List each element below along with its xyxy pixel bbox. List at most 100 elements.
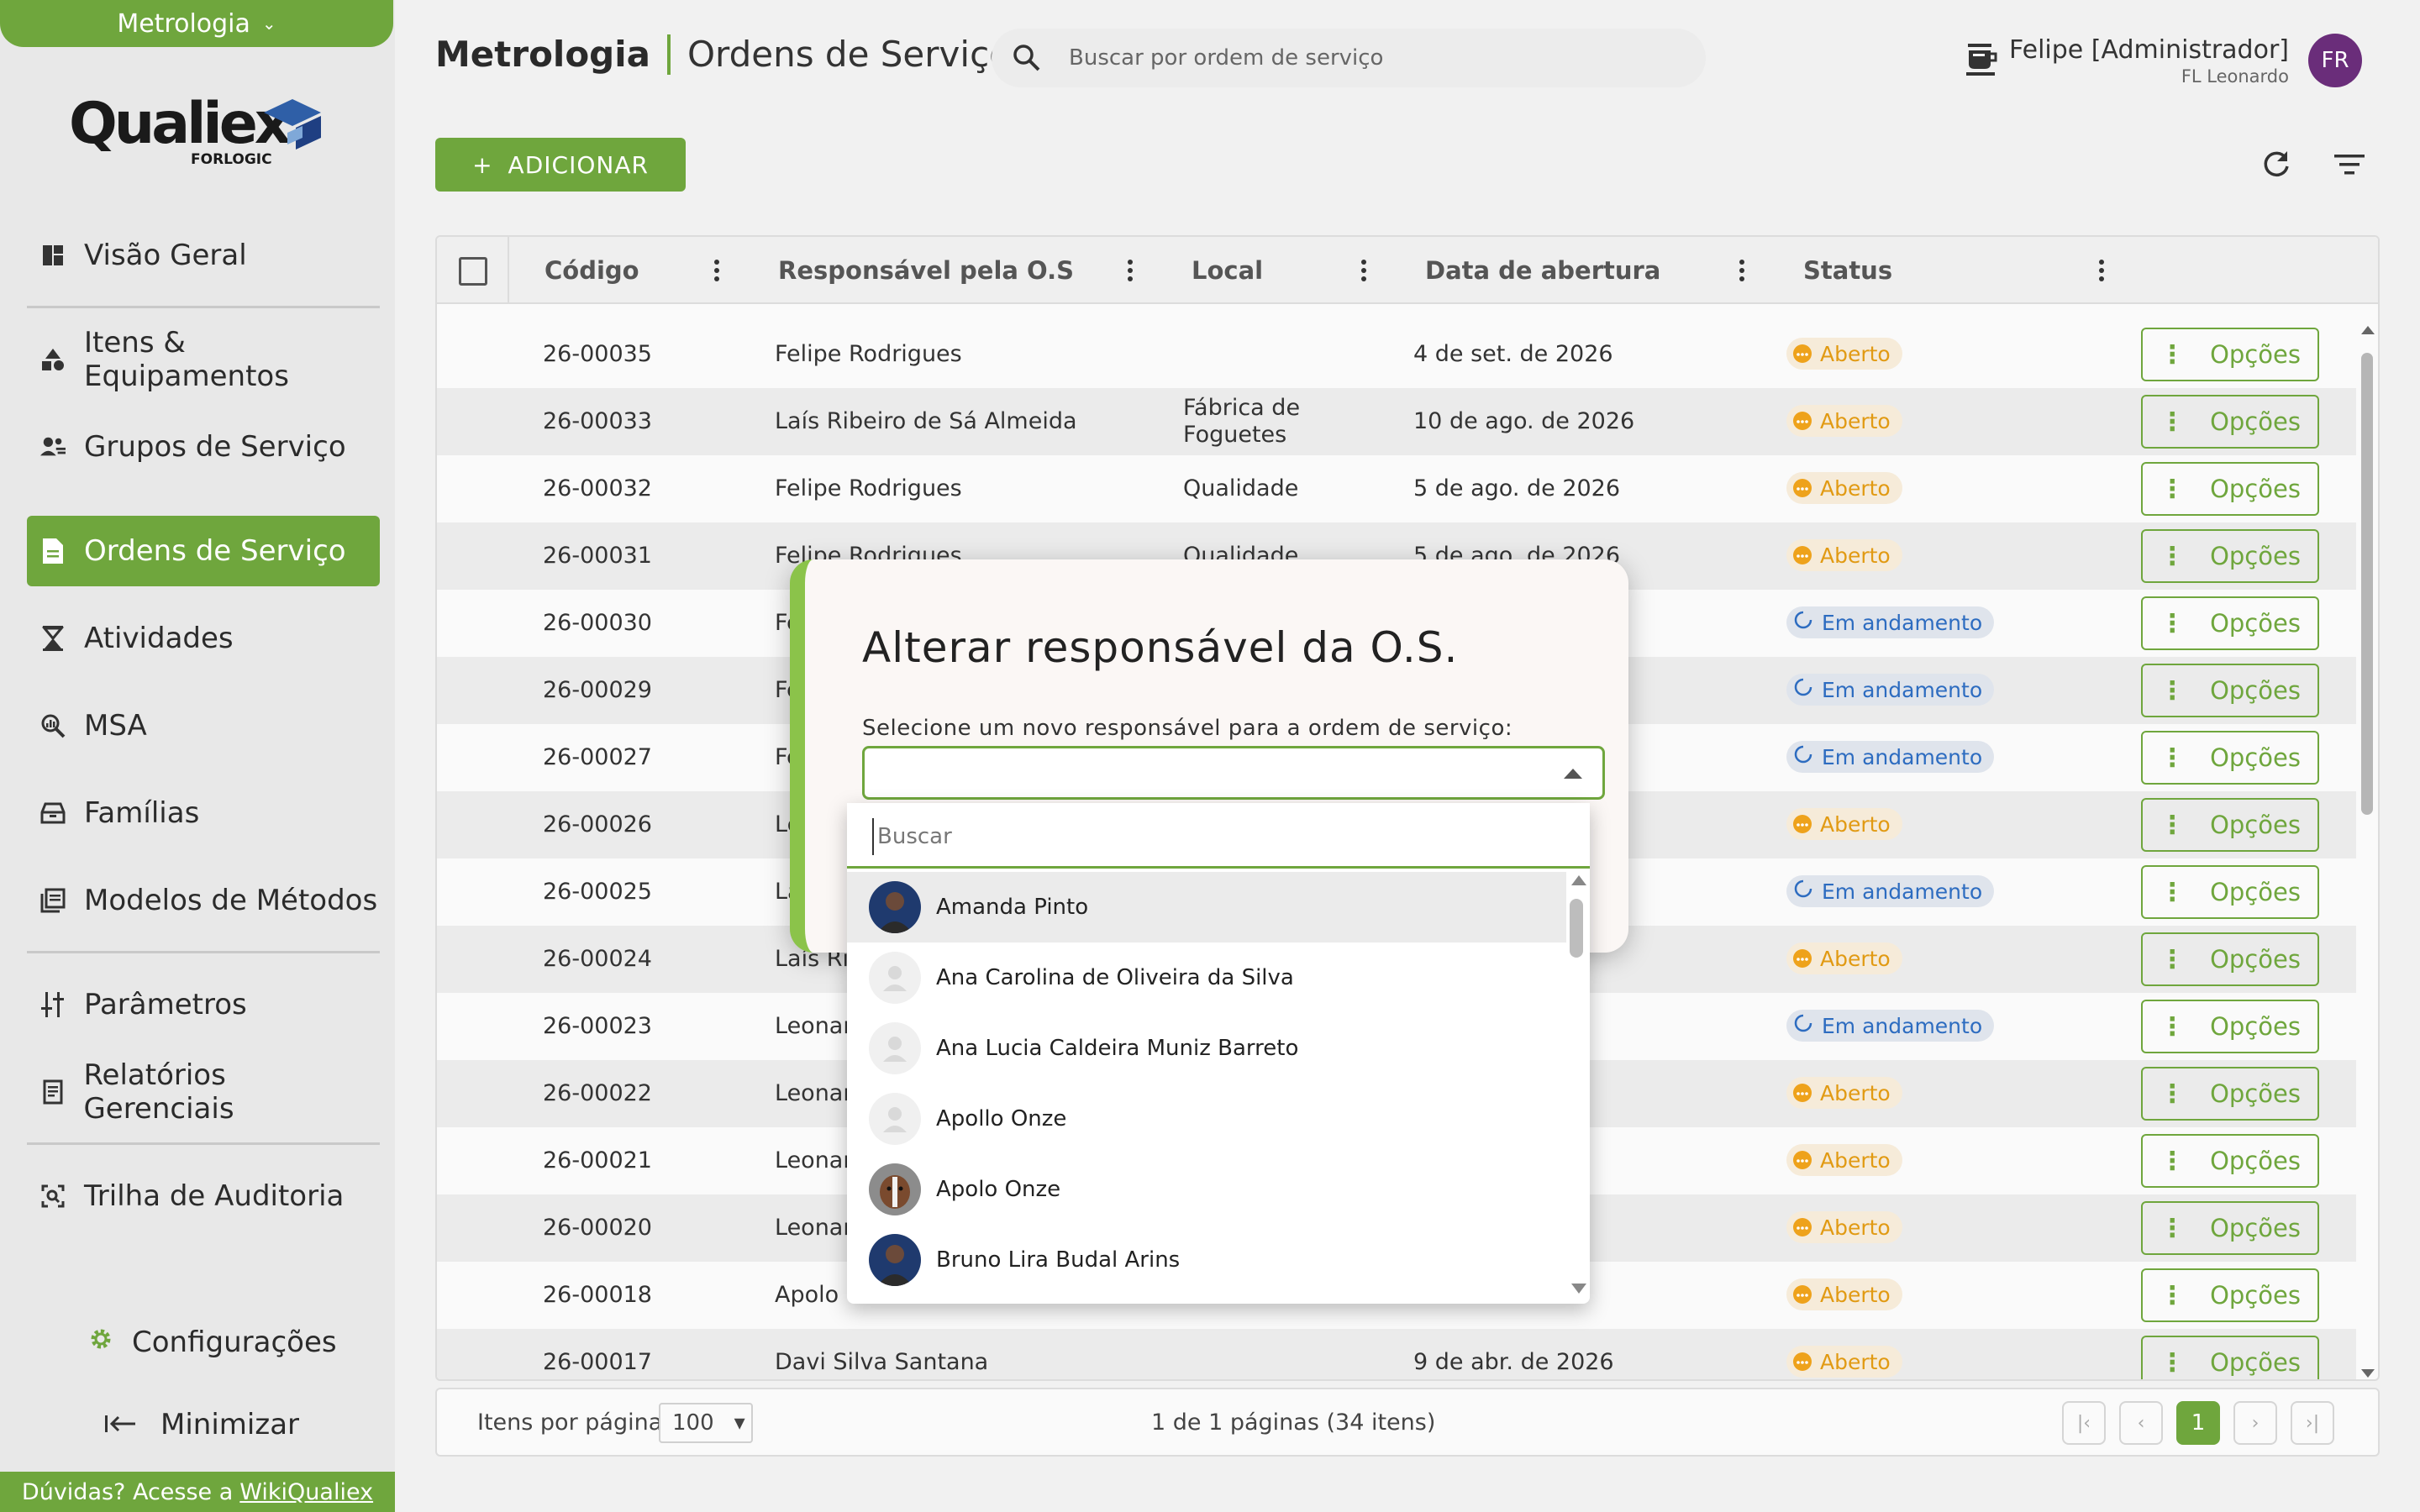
options-label: Opções bbox=[2210, 945, 2301, 974]
company-name: FL Leonardo bbox=[2181, 66, 2289, 87]
column-header-local[interactable]: Local bbox=[1192, 237, 1263, 304]
more-vertical-icon: ⋮ bbox=[2160, 877, 2186, 907]
caret-down-icon: ▾ bbox=[734, 1410, 745, 1436]
options-button[interactable]: ⋮ Opções bbox=[2141, 932, 2319, 986]
next-page-button[interactable]: › bbox=[2233, 1401, 2277, 1445]
options-button[interactable]: ⋮ Opções bbox=[2141, 395, 2319, 449]
status-text: Em andamento bbox=[1822, 744, 1983, 769]
sidebar-item-itens[interactable]: Itens & Equipamentos bbox=[27, 324, 380, 395]
sidebar-item-label: Relatórios Gerenciais bbox=[83, 1058, 234, 1126]
avatar bbox=[869, 1234, 921, 1286]
sidebar-item-relatorios[interactable]: Relatórios Gerenciais bbox=[27, 1057, 380, 1127]
options-button[interactable]: ⋮ Opções bbox=[2141, 1336, 2319, 1379]
dropdown-scrollbar-thumb[interactable] bbox=[1570, 899, 1583, 958]
logo-mark-icon bbox=[264, 99, 321, 150]
dropdown-option[interactable]: Apollo Onze bbox=[847, 1084, 1566, 1154]
more-vertical-icon: ⋮ bbox=[2160, 1347, 2186, 1378]
library-icon bbox=[40, 888, 66, 913]
dropdown-option[interactable]: Bruno Lira Budal Arins bbox=[847, 1225, 1566, 1295]
column-menu-icon[interactable] bbox=[1124, 255, 1136, 286]
cell-date: 10 de ago. de 2026 bbox=[1413, 408, 1635, 434]
sidebar: Metrologia ⌄ Qualiex FORLOGIC Visão Gera… bbox=[0, 0, 395, 1512]
wiki-link[interactable]: WikiQualiex bbox=[239, 1479, 373, 1505]
sidebar-item-atividades[interactable]: Atividades bbox=[27, 603, 380, 674]
options-label: Opções bbox=[2210, 1147, 2301, 1175]
user-info[interactable]: Felipe [Administrador] FL Leonardo bbox=[2009, 35, 2289, 87]
gear-icon bbox=[88, 1326, 113, 1358]
column-menu-icon[interactable] bbox=[711, 255, 723, 286]
options-button[interactable]: ⋮ Opções bbox=[2141, 731, 2319, 785]
table-header: Código Responsável pela O.S Local Data d… bbox=[437, 237, 2378, 304]
table-scrollbar-thumb[interactable] bbox=[2361, 353, 2373, 815]
column-menu-icon[interactable] bbox=[1736, 255, 1748, 286]
sidebar-item-visao-geral[interactable]: Visão Geral bbox=[27, 220, 380, 291]
sidebar-item-ordens[interactable]: Ordens de Serviço bbox=[27, 516, 380, 586]
status-text: Aberto bbox=[1820, 475, 1891, 501]
coffee-icon[interactable] bbox=[1966, 40, 2000, 77]
options-button[interactable]: ⋮ Opções bbox=[2141, 1067, 2319, 1121]
items-per-page-select[interactable]: 100 ▾ bbox=[659, 1403, 753, 1443]
table-row[interactable]: 26-00032 Felipe Rodrigues Qualidade 5 de ag… bbox=[437, 455, 2356, 522]
sidebar-item-modelos[interactable]: Modelos de Métodos bbox=[27, 865, 380, 936]
options-button[interactable]: ⋮ Opções bbox=[2141, 596, 2319, 650]
minimize-button[interactable]: Minimizar bbox=[105, 1408, 299, 1441]
options-button[interactable]: ⋮ Opções bbox=[2141, 1201, 2319, 1255]
scroll-down-icon[interactable] bbox=[1571, 1284, 1586, 1294]
cell-local: Fábrica de Foguetes bbox=[1183, 395, 1301, 448]
sidebar-item-familias[interactable]: Famílias bbox=[27, 778, 380, 848]
option-label: Bruno Lira Budal Arins bbox=[936, 1247, 1181, 1273]
column-header-codigo[interactable]: Código bbox=[544, 237, 639, 304]
avatar[interactable]: FR bbox=[2308, 34, 2362, 87]
options-button[interactable]: ⋮ Opções bbox=[2141, 798, 2319, 852]
module-selector[interactable]: Metrologia ⌄ bbox=[0, 0, 393, 47]
cell-code: 26-00018 bbox=[543, 1282, 652, 1308]
responsible-select[interactable] bbox=[862, 746, 1605, 800]
sidebar-item-grupos[interactable]: Grupos de Serviço bbox=[27, 412, 380, 482]
table-row[interactable]: 26-00035 Felipe Rodrigues 4 de set. de 202… bbox=[437, 321, 2356, 388]
dropdown-search-input[interactable] bbox=[872, 818, 1544, 855]
filter-icon[interactable] bbox=[2331, 146, 2368, 183]
options-button[interactable]: ⋮ Opções bbox=[2141, 328, 2319, 381]
prev-page-button[interactable]: ‹ bbox=[2119, 1401, 2163, 1445]
analytics-icon bbox=[40, 713, 66, 738]
options-button[interactable]: ⋮ Opções bbox=[2141, 1134, 2319, 1188]
options-button[interactable]: ⋮ Opções bbox=[2141, 462, 2319, 516]
report-icon bbox=[40, 1079, 65, 1105]
sidebar-item-msa[interactable]: MSA bbox=[27, 690, 380, 761]
add-button[interactable]: + ADICIONAR bbox=[435, 138, 686, 192]
last-page-button[interactable]: ›| bbox=[2291, 1401, 2334, 1445]
sidebar-item-parametros[interactable]: Parâmetros bbox=[27, 969, 380, 1040]
column-header-data[interactable]: Data de abertura bbox=[1425, 237, 1660, 304]
current-page-button[interactable]: 1 bbox=[2176, 1401, 2220, 1445]
options-button[interactable]: ⋮ Opções bbox=[2141, 1000, 2319, 1053]
sidebar-item-trilha[interactable]: Trilha de Auditoria bbox=[27, 1161, 380, 1231]
options-button[interactable]: ⋮ Opções bbox=[2141, 529, 2319, 583]
page-info: 1 de 1 páginas (34 itens) bbox=[1151, 1410, 1436, 1436]
dropdown-option[interactable]: Amanda Pinto bbox=[847, 872, 1566, 942]
dropdown-option[interactable]: Apolo Onze bbox=[847, 1154, 1566, 1225]
status-badge: Aberto bbox=[1786, 472, 1902, 504]
shapes-icon bbox=[40, 347, 66, 372]
dropdown-option[interactable]: Ana Lucia Caldeira Muniz Barreto bbox=[847, 1013, 1566, 1084]
refresh-icon[interactable] bbox=[2257, 146, 2294, 183]
dropdown-option[interactable]: Ana Carolina de Oliveira da Silva bbox=[847, 942, 1566, 1013]
column-header-status[interactable]: Status bbox=[1803, 237, 1892, 304]
cell-date: 9 de abr. de 2026 bbox=[1413, 1349, 1614, 1375]
column-menu-icon[interactable] bbox=[1358, 255, 1370, 286]
select-all-checkbox[interactable] bbox=[459, 257, 487, 286]
cell-responsible: Laís Ribeiro de Sá Almeida bbox=[775, 408, 1077, 434]
table-row[interactable]: 26-00033 Laís Ribeiro de Sá Almeida Fábric… bbox=[437, 388, 2356, 455]
scroll-up-icon[interactable] bbox=[1571, 875, 1586, 885]
options-button[interactable]: ⋮ Opções bbox=[2141, 1268, 2319, 1322]
column-menu-icon[interactable] bbox=[2096, 255, 2107, 286]
items-per-page-label: Itens por página bbox=[477, 1410, 663, 1436]
status-text: Aberto bbox=[1820, 1349, 1891, 1374]
sidebar-item-configuracoes[interactable]: Configurações bbox=[88, 1326, 337, 1359]
table-row[interactable]: 26-00017 Davi Silva Santana 9 de abr. de 2… bbox=[437, 1329, 2356, 1379]
column-header-responsavel[interactable]: Responsável pela O.S bbox=[778, 237, 1074, 304]
options-button[interactable]: ⋮ Opções bbox=[2141, 664, 2319, 717]
more-vertical-icon: ⋮ bbox=[2160, 743, 2186, 773]
search-input[interactable] bbox=[1069, 45, 1657, 71]
options-button[interactable]: ⋮ Opções bbox=[2141, 865, 2319, 919]
first-page-button[interactable]: |‹ bbox=[2062, 1401, 2106, 1445]
